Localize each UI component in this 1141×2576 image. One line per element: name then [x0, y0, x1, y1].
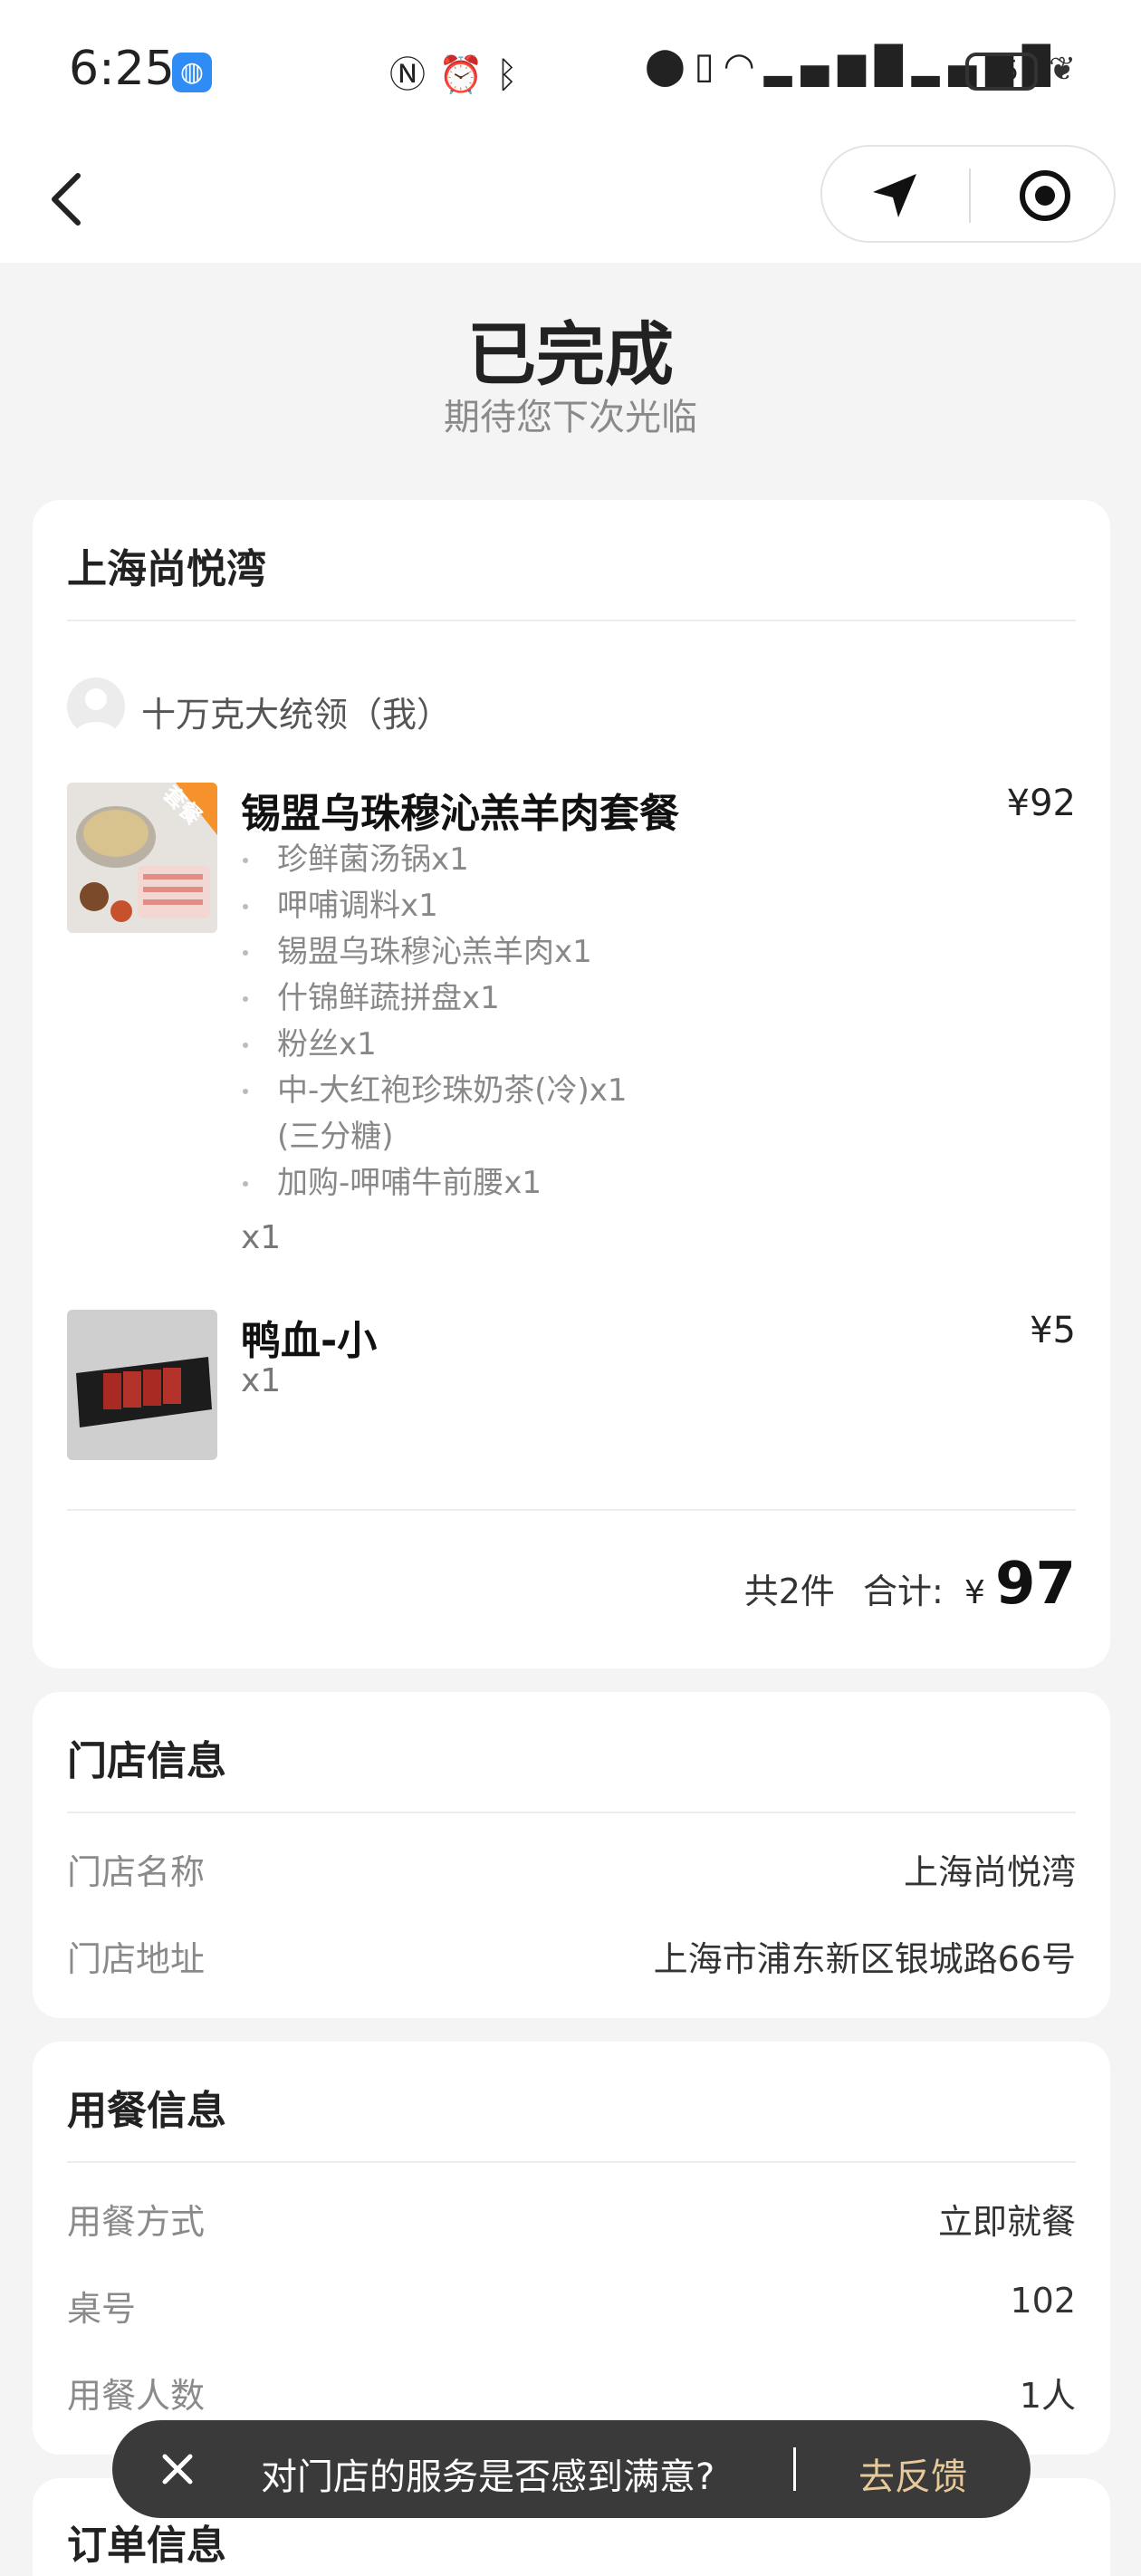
currency-symbol: ¥: [964, 1574, 985, 1611]
store-name: 上海尚悦湾: [67, 546, 266, 592]
toast-divider: [793, 2447, 796, 2491]
feedback-question: 对门店的服务是否感到满意?: [261, 2456, 715, 2498]
miniprogram-capsule: [820, 145, 1116, 243]
sub-item: 粉丝x1: [241, 1022, 748, 1068]
chevron-left-icon: [52, 173, 81, 226]
item-price: ¥92: [1006, 783, 1076, 824]
item-name: 鸭血-小: [241, 1318, 378, 1364]
item-name: 锡盟乌珠穆沁羔羊肉套餐: [241, 791, 679, 837]
capsule-divider: [969, 168, 971, 223]
avatar: [67, 678, 125, 735]
leaf-icon: ❦: [1049, 51, 1077, 88]
nfc-icon: Ⓝ: [389, 54, 438, 96]
info-value: 上海市浦东新区银城路66号: [653, 1939, 1076, 1979]
info-row-store-address[interactable]: 门店地址 上海市浦东新区银城路66号: [67, 1931, 1076, 1985]
back-button[interactable]: [40, 168, 94, 230]
sub-item: 呷哺调料x1: [241, 883, 748, 929]
set-meal-contents: 珍鲜菌汤锅x1 呷哺调料x1 锡盟乌珠穆沁羔羊肉x1 什锦鲜蔬拼盘x1 粉丝x1…: [241, 837, 748, 1206]
sub-item: 什锦鲜蔬拼盘x1: [241, 976, 748, 1022]
sub-item-note: (三分糖): [277, 1119, 394, 1155]
section-title: 门店信息: [67, 1738, 226, 1784]
info-label: 用餐人数: [67, 2376, 206, 2416]
item-quantity: x1: [241, 1362, 282, 1399]
feedback-toast: 对门店的服务是否感到满意? 去反馈: [112, 2420, 1031, 2518]
info-value: 102: [1010, 2281, 1076, 2321]
duck-blood-image: [67, 1310, 217, 1460]
item-count: 共2件: [743, 1572, 835, 1611]
battery-icon: 65: [965, 53, 1038, 91]
set-meal-image: 套餐: [67, 783, 217, 933]
status-time: 6:25: [69, 42, 175, 96]
info-row-dining-mode: 用餐方式 立即就餐: [67, 2194, 1076, 2248]
location-icon: ⬤: [645, 45, 695, 87]
nav-bar: [0, 136, 1141, 263]
user-name: 十万克大统领（我）: [141, 695, 452, 735]
divider: [67, 1509, 1076, 1511]
order-detail-screen: 6:25 ◍ Ⓝ⏰ᛒ ⬤▯◠▂▄▆█▂▄▆█ 65 ❦ 已完成 期待您下次光临 …: [0, 0, 1141, 2576]
info-value: 上海尚悦湾: [903, 1852, 1076, 1892]
order-status-title: 已完成: [467, 314, 674, 395]
record-circle-icon[interactable]: [1018, 168, 1072, 223]
section-title: 用餐信息: [67, 2088, 226, 2134]
info-label: 门店名称: [67, 1852, 206, 1892]
divider: [67, 1812, 1076, 1813]
wifi-icon: ◠: [723, 45, 764, 87]
item-quantity: x1: [241, 1219, 282, 1256]
sub-item: 中-大红袍珍珠奶茶(冷)x1: [241, 1068, 748, 1114]
status-middle-icons: Ⓝ⏰ᛒ: [389, 45, 531, 98]
info-label: 用餐方式: [67, 2202, 206, 2242]
sub-item: 加购-呷哺牛前腰x1: [241, 1160, 748, 1206]
info-row-table-number: 桌号 102: [67, 2281, 1076, 2335]
info-value: 1人: [1019, 2376, 1076, 2416]
divider: [67, 2161, 1076, 2163]
dining-info-card: 用餐信息 用餐方式 立即就餐 桌号 102 用餐人数 1人: [33, 2042, 1110, 2455]
order-status-subtitle: 期待您下次光临: [444, 397, 697, 438]
order-card: 上海尚悦湾 十万克大统领（我） 套餐 锡盟乌珠穆沁羔羊肉套餐 ¥92 珍鲜菌汤锅…: [33, 500, 1110, 1668]
vibrate-icon: ▯: [694, 45, 724, 87]
user-avatar-icon: [74, 688, 118, 735]
store-info-card: 门店信息 门店名称 上海尚悦湾 门店地址 上海市浦东新区银城路66号: [33, 1692, 1110, 2018]
sub-item: 珍鲜菌汤锅x1: [241, 837, 748, 883]
signal-icon: ▂▄▆█: [763, 45, 912, 87]
bluetooth-icon: ᛒ: [495, 54, 531, 96]
close-icon[interactable]: [154, 2446, 201, 2493]
duck-blood-photo: [67, 1310, 217, 1460]
status-bar: 6:25 ◍ Ⓝ⏰ᛒ ⬤▯◠▂▄▆█▂▄▆█ 65 ❦: [0, 0, 1141, 136]
battery-level: 65: [983, 55, 1020, 87]
info-row-store-name: 门店名称 上海尚悦湾: [67, 1844, 1076, 1898]
feedback-link[interactable]: 去反馈: [858, 2447, 967, 2500]
info-label: 桌号: [67, 2289, 137, 2329]
info-row-guest-count: 用餐人数 1人: [67, 2368, 1076, 2422]
navigation-arrow-icon[interactable]: [869, 170, 920, 221]
item-price: ¥5: [1030, 1310, 1076, 1351]
globe-icon: ◍: [172, 53, 212, 92]
total-amount: 97: [994, 1551, 1076, 1618]
order-total: 共2件 合计: ¥ 97: [744, 1551, 1076, 1623]
sub-item: 锡盟乌珠穆沁羔羊肉x1: [241, 929, 748, 976]
total-label: 合计:: [863, 1572, 944, 1611]
section-title: 订单信息: [67, 2523, 226, 2569]
info-label: 门店地址: [67, 1939, 206, 1979]
info-value: 立即就餐: [937, 2202, 1076, 2242]
alarm-icon: ⏰: [438, 54, 496, 96]
divider: [67, 620, 1076, 621]
